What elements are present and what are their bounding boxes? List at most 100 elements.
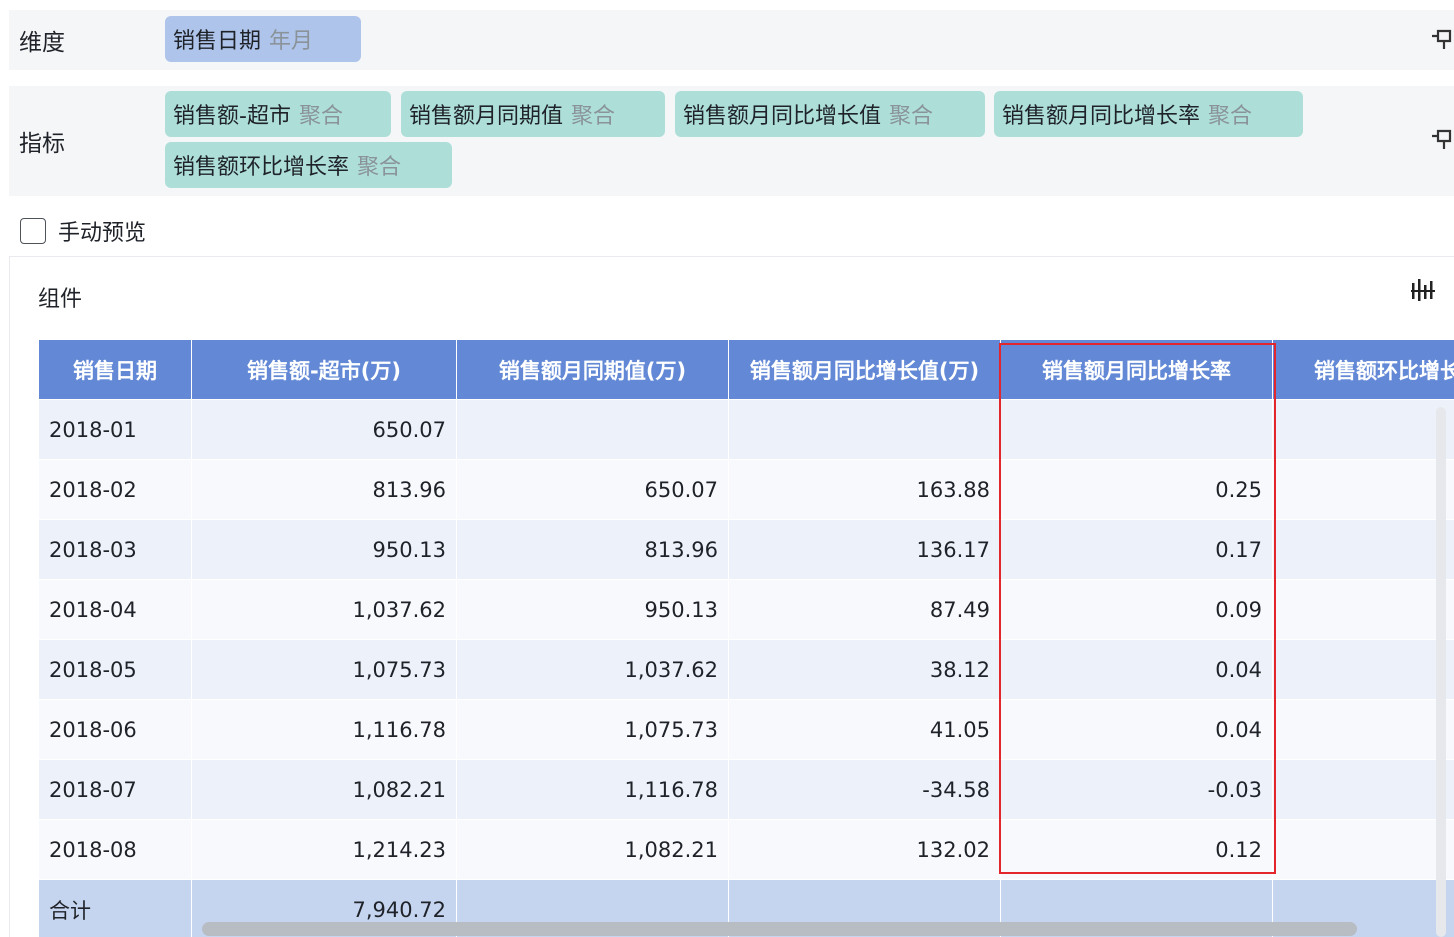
table-row: 2018-01 650.07 — [39, 400, 1454, 460]
table-cell: 2018-01 — [39, 400, 192, 460]
table-cell — [1273, 460, 1454, 520]
table-cell: 1,082.21 — [457, 820, 729, 880]
table-row: 2018-03 950.13 813.96 136.17 0.17 — [39, 520, 1454, 580]
table-cell: 650.07 — [192, 400, 457, 460]
table-cell: 950.13 — [457, 580, 729, 640]
component-panel: 组件 销售日期 销售额-超市(万) 销售额月同期值(万) 销售额月同比增长值(万… — [9, 256, 1454, 937]
table-cell: 1,214.23 — [192, 820, 457, 880]
dimension-row-action[interactable] — [1414, 10, 1454, 70]
table-cell — [457, 400, 729, 460]
column-header[interactable]: 销售额环比增长率 — [1273, 340, 1454, 400]
table-cell: 950.13 — [192, 520, 457, 580]
table-cell: 0.09 — [1001, 580, 1273, 640]
measure-pill-same-period[interactable]: 销售额月同期值 聚合 — [401, 91, 665, 137]
measure-pill-yoy-growth-rate[interactable]: 销售额月同比增长率 聚合 — [994, 91, 1303, 137]
measure-pill-name: 销售额月同期值 — [409, 104, 564, 129]
column-header[interactable]: 销售额月同比增长率 — [1001, 340, 1273, 400]
pin-icon[interactable] — [1430, 129, 1454, 151]
dimension-pill-sales-date[interactable]: 销售日期 年月 — [165, 16, 361, 62]
measure-row: 指标 销售额-超市 聚合 销售额月同期值 聚合 销售额月同比增长值 聚合 销售额月同比… — [9, 86, 1454, 196]
column-header[interactable]: 销售额月同期值(万) — [457, 340, 729, 400]
table-cell — [1273, 760, 1454, 820]
table-cell: -0.03 — [1001, 760, 1273, 820]
table-cell: 2018-07 — [39, 760, 192, 820]
table-header-row: 销售日期 销售额-超市(万) 销售额月同期值(万) 销售额月同比增长值(万) 销… — [39, 340, 1454, 400]
table-row: 2018-08 1,214.23 1,082.21 132.02 0.12 — [39, 820, 1454, 880]
measure-pill-tag: 聚合 — [1208, 104, 1253, 129]
column-header[interactable]: 销售额月同比增长值(万) — [729, 340, 1001, 400]
table-cell: 2018-02 — [39, 460, 192, 520]
table-cell: 2018-08 — [39, 820, 192, 880]
table-cell: 2018-06 — [39, 700, 192, 760]
dimension-row: 维度 销售日期 年月 — [9, 10, 1454, 70]
measure-pill-tag: 聚合 — [357, 155, 402, 180]
table-row: 2018-02 813.96 650.07 163.88 0.25 — [39, 460, 1454, 520]
table-cell: 1,116.78 — [457, 760, 729, 820]
measure-pill-tag: 聚合 — [571, 104, 616, 129]
table-cell: 87.49 — [729, 580, 1001, 640]
dimension-drop-area[interactable]: 销售日期 年月 — [156, 10, 1410, 70]
measure-label: 指标 — [9, 86, 153, 196]
vertical-scrollbar[interactable] — [1436, 407, 1446, 937]
dimension-label: 维度 — [9, 10, 153, 70]
table-cell — [1273, 400, 1454, 460]
chart-settings-icon[interactable] — [1410, 277, 1436, 303]
table-cell: 41.05 — [729, 700, 1001, 760]
table-cell: 650.07 — [457, 460, 729, 520]
table-cell — [1273, 700, 1454, 760]
measure-drop-area[interactable]: 销售额-超市 聚合 销售额月同期值 聚合 销售额月同比增长值 聚合 销售额月同比增长率… — [156, 86, 1410, 196]
table-cell: 163.88 — [729, 460, 1001, 520]
table-cell: 0.25 — [1001, 460, 1273, 520]
table-cell: 1,116.78 — [192, 700, 457, 760]
table-cell: 2018-03 — [39, 520, 192, 580]
table-cell: 1,082.21 — [192, 760, 457, 820]
component-title: 组件 — [38, 287, 83, 312]
table-cell: -34.58 — [729, 760, 1001, 820]
measure-pill-name: 销售额月同比增长率 — [1002, 104, 1201, 129]
column-header[interactable]: 销售日期 — [39, 340, 192, 400]
measure-pill-name: 销售额环比增长率 — [173, 155, 350, 180]
table-cell — [1273, 520, 1454, 580]
table-cell: 0.04 — [1001, 700, 1273, 760]
table-cell: 813.96 — [192, 460, 457, 520]
measure-pill-sales[interactable]: 销售额-超市 聚合 — [165, 91, 391, 137]
measure-pill-name: 销售额月同比增长值 — [683, 104, 882, 129]
horizontal-scrollbar[interactable] — [202, 922, 1357, 936]
table-row: 2018-05 1,075.73 1,037.62 38.12 0.04 — [39, 640, 1454, 700]
table-row: 2018-07 1,082.21 1,116.78 -34.58 -0.03 — [39, 760, 1454, 820]
table-cell — [1273, 580, 1454, 640]
table-cell: 1,075.73 — [457, 700, 729, 760]
measure-pill-mom-growth-rate[interactable]: 销售额环比增长率 聚合 — [165, 142, 452, 188]
pin-icon[interactable] — [1430, 29, 1454, 51]
table-cell: 132.02 — [729, 820, 1001, 880]
table-cell: 1,037.62 — [457, 640, 729, 700]
manual-preview-label: 手动预览 — [58, 221, 147, 246]
manual-preview-checkbox[interactable] — [20, 218, 46, 244]
table-cell: 1,037.62 — [192, 580, 457, 640]
table-row: 2018-04 1,037.62 950.13 87.49 0.09 — [39, 580, 1454, 640]
table-cell: 0.17 — [1001, 520, 1273, 580]
manual-preview[interactable]: 手动预览 — [20, 215, 146, 247]
table-cell: 38.12 — [729, 640, 1001, 700]
measure-pill-name: 销售额-超市 — [173, 104, 291, 129]
measure-pill-tag: 聚合 — [298, 104, 343, 129]
measure-pill-tag: 聚合 — [889, 104, 934, 129]
table-cell: 2018-04 — [39, 580, 192, 640]
table-cell: 0.12 — [1001, 820, 1273, 880]
dimension-pill-name: 销售日期 — [173, 29, 262, 54]
measure-pill-yoy-growth-value[interactable]: 销售额月同比增长值 聚合 — [675, 91, 985, 137]
dimension-pill-tag: 年月 — [269, 29, 314, 54]
column-header[interactable]: 销售额-超市(万) — [192, 340, 457, 400]
table-cell — [729, 400, 1001, 460]
table-cell — [1273, 640, 1454, 700]
table-cell: 2018-05 — [39, 640, 192, 700]
measure-row-action[interactable] — [1414, 86, 1454, 196]
table-cell: 0.04 — [1001, 640, 1273, 700]
table-cell — [1273, 820, 1454, 880]
table-cell: 合计 — [39, 880, 192, 937]
table-cell — [1001, 400, 1273, 460]
table-row: 2018-06 1,116.78 1,075.73 41.05 0.04 — [39, 700, 1454, 760]
table-cell: 136.17 — [729, 520, 1001, 580]
table-cell: 1,075.73 — [192, 640, 457, 700]
table-cell: 813.96 — [457, 520, 729, 580]
